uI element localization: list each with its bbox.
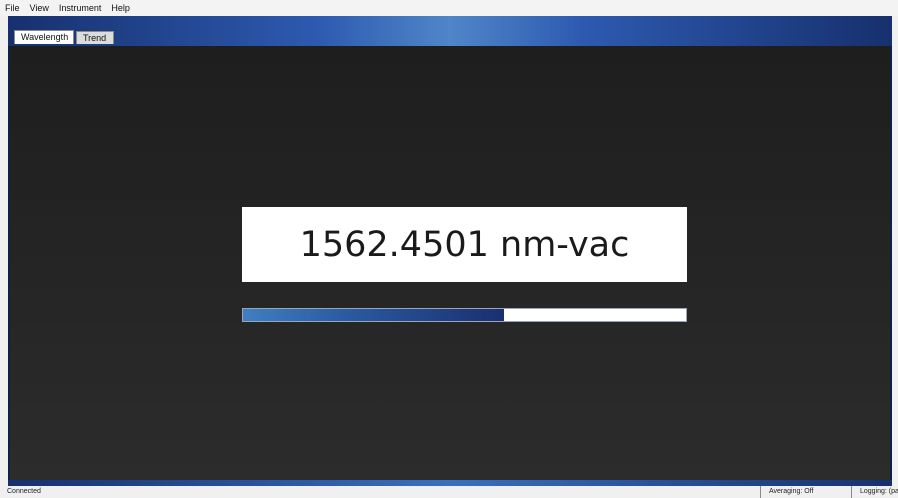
connection-status: Connected — [7, 488, 41, 495]
wavelength-panel: 1562.4501 nm-vac — [10, 46, 890, 480]
application-window: File View Instrument Help Wavelength Tre… — [0, 0, 898, 498]
signal-level-bar — [242, 308, 687, 322]
tab-trend[interactable]: Trend — [76, 31, 114, 44]
menu-instrument[interactable]: Instrument — [54, 0, 107, 16]
wavelength-readout: 1562.4501 nm-vac — [242, 207, 687, 282]
averaging-status: Averaging: Off — [760, 486, 814, 498]
menu-help[interactable]: Help — [106, 0, 135, 16]
main-frame: Wavelength Trend 1562.4501 nm-vac — [8, 16, 892, 486]
tab-wavelength[interactable]: Wavelength — [14, 30, 74, 44]
status-bar: Connected Averaging: Off Logging: (parti… — [0, 486, 898, 498]
tab-strip: Wavelength Trend — [8, 16, 892, 46]
signal-level-fill — [243, 309, 505, 321]
menu-bar: File View Instrument Help — [0, 0, 898, 16]
menu-file[interactable]: File — [0, 0, 25, 16]
logging-status: Logging: (partially visible) — [851, 486, 898, 498]
menu-view[interactable]: View — [25, 0, 54, 16]
wavelength-value: 1562.4501 nm-vac — [299, 224, 630, 265]
